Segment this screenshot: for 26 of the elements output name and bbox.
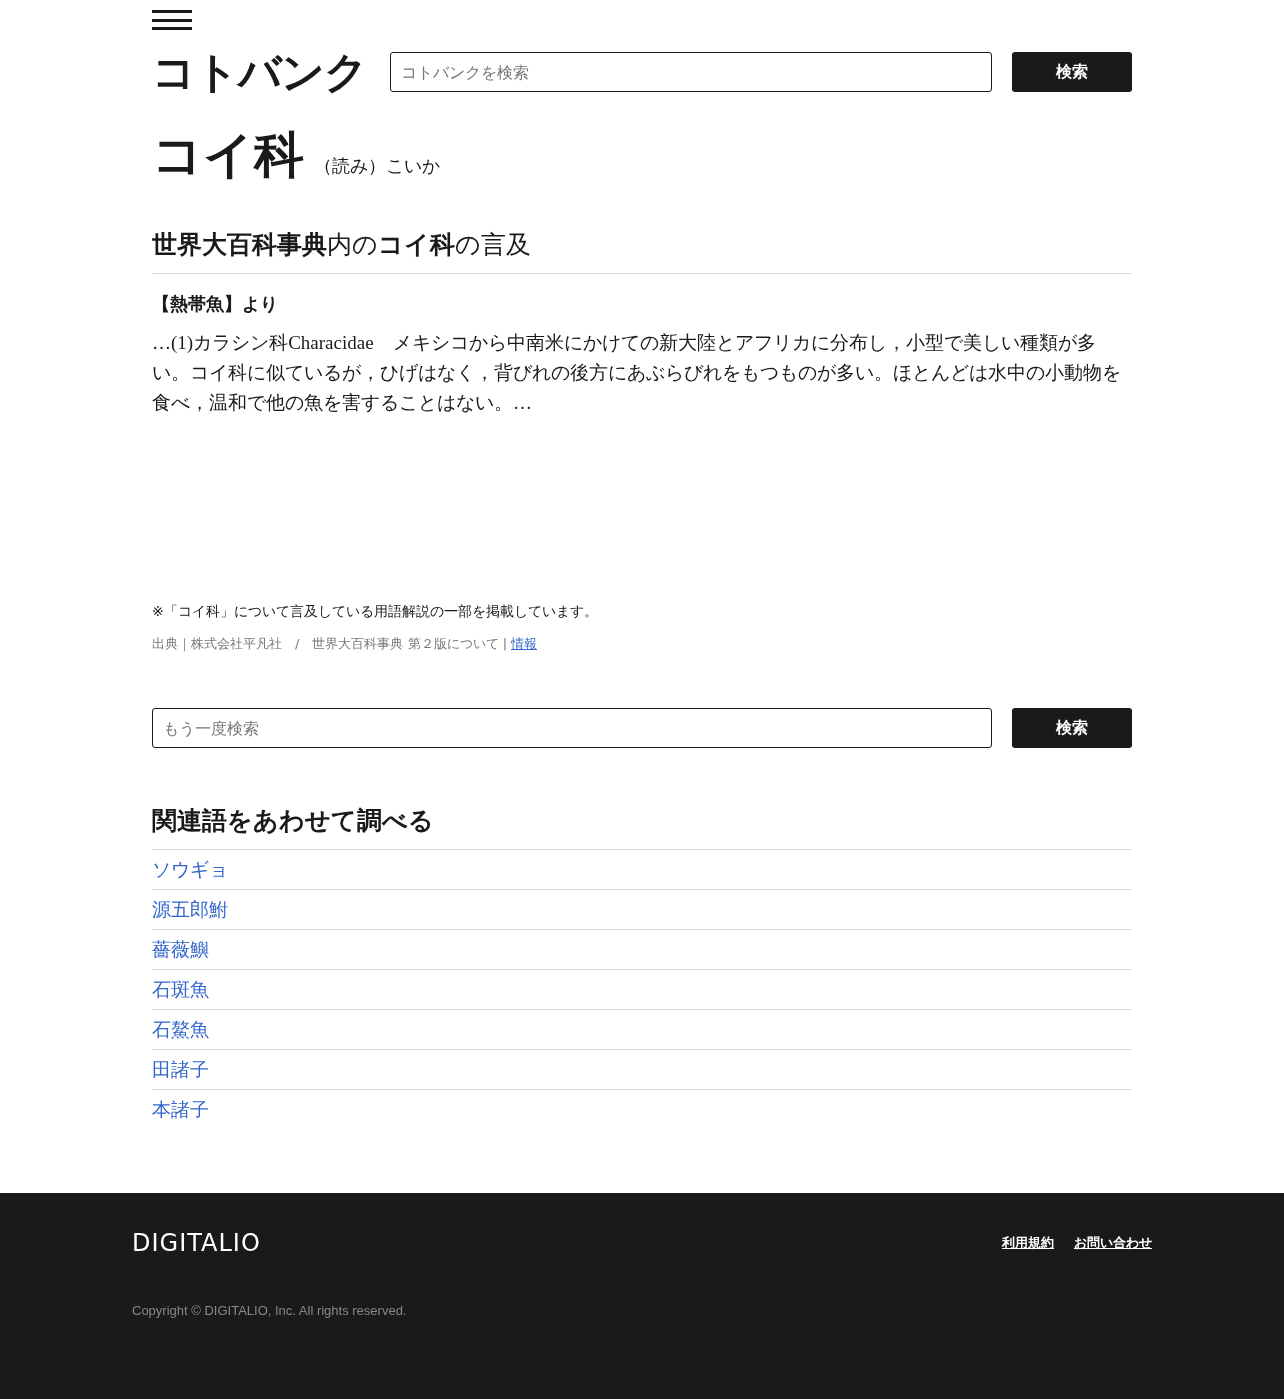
credit-text: 出典｜株式会社平凡社 / 世界大百科事典 第２版について |: [152, 636, 508, 651]
related-link[interactable]: 本諸子: [152, 1096, 209, 1123]
menu-icon[interactable]: [152, 10, 192, 30]
section-heading: 関連語をあわせて調べる: [152, 804, 1132, 850]
search-button[interactable]: 検索: [1012, 52, 1132, 92]
related-link[interactable]: 石鰲魚: [152, 1016, 209, 1043]
footer-link[interactable]: お問い合わせ: [1074, 1234, 1152, 1252]
copyright-text: Copyright © DIGITALIO, Inc. All rights reserved.: [132, 1303, 408, 1318]
note-text: ※「コイ科」について言及している用語解説の一部を掲載しています。: [152, 603, 599, 621]
site-logo[interactable]: コトバンク: [152, 50, 390, 94]
related-link[interactable]: ソウギョ: [152, 856, 228, 883]
related-link[interactable]: 田諸子: [152, 1056, 209, 1083]
info-link[interactable]: 情報: [511, 636, 538, 651]
related-link[interactable]: 源五郎鮒: [152, 896, 228, 923]
excerpt-text: …(1)カラシン科Characidae メキシコから中南米にかけての新大陸とアフリカに分布し，小型で美しい種類が多い。コイ科に似ているが，ひげはなく，背びれの後方にあぶらびれをもつものが多い。ほとんどは水中の小動物を食べ，温和で他の魚を害することはない。…: [152, 331, 1122, 415]
entry-reading: （読み）こいか: [314, 154, 440, 178]
search-field[interactable]: コトバンクを検索: [390, 52, 992, 92]
search-field[interactable]: もう一度検索: [152, 708, 992, 748]
footer-link[interactable]: 利用規約: [1002, 1234, 1054, 1252]
search-button[interactable]: 検索: [1012, 708, 1132, 748]
related-link[interactable]: 石斑魚: [152, 976, 209, 1003]
source-title: 【熱帯魚】より: [152, 292, 279, 316]
related-link[interactable]: 薔薇鱮: [152, 936, 209, 963]
footer-logo[interactable]: DIGITALIO: [132, 1229, 261, 1257]
section-heading: 世界大百科事典内のコイ科の言及: [152, 228, 1132, 274]
entry-title: コイ科: [152, 125, 304, 186]
